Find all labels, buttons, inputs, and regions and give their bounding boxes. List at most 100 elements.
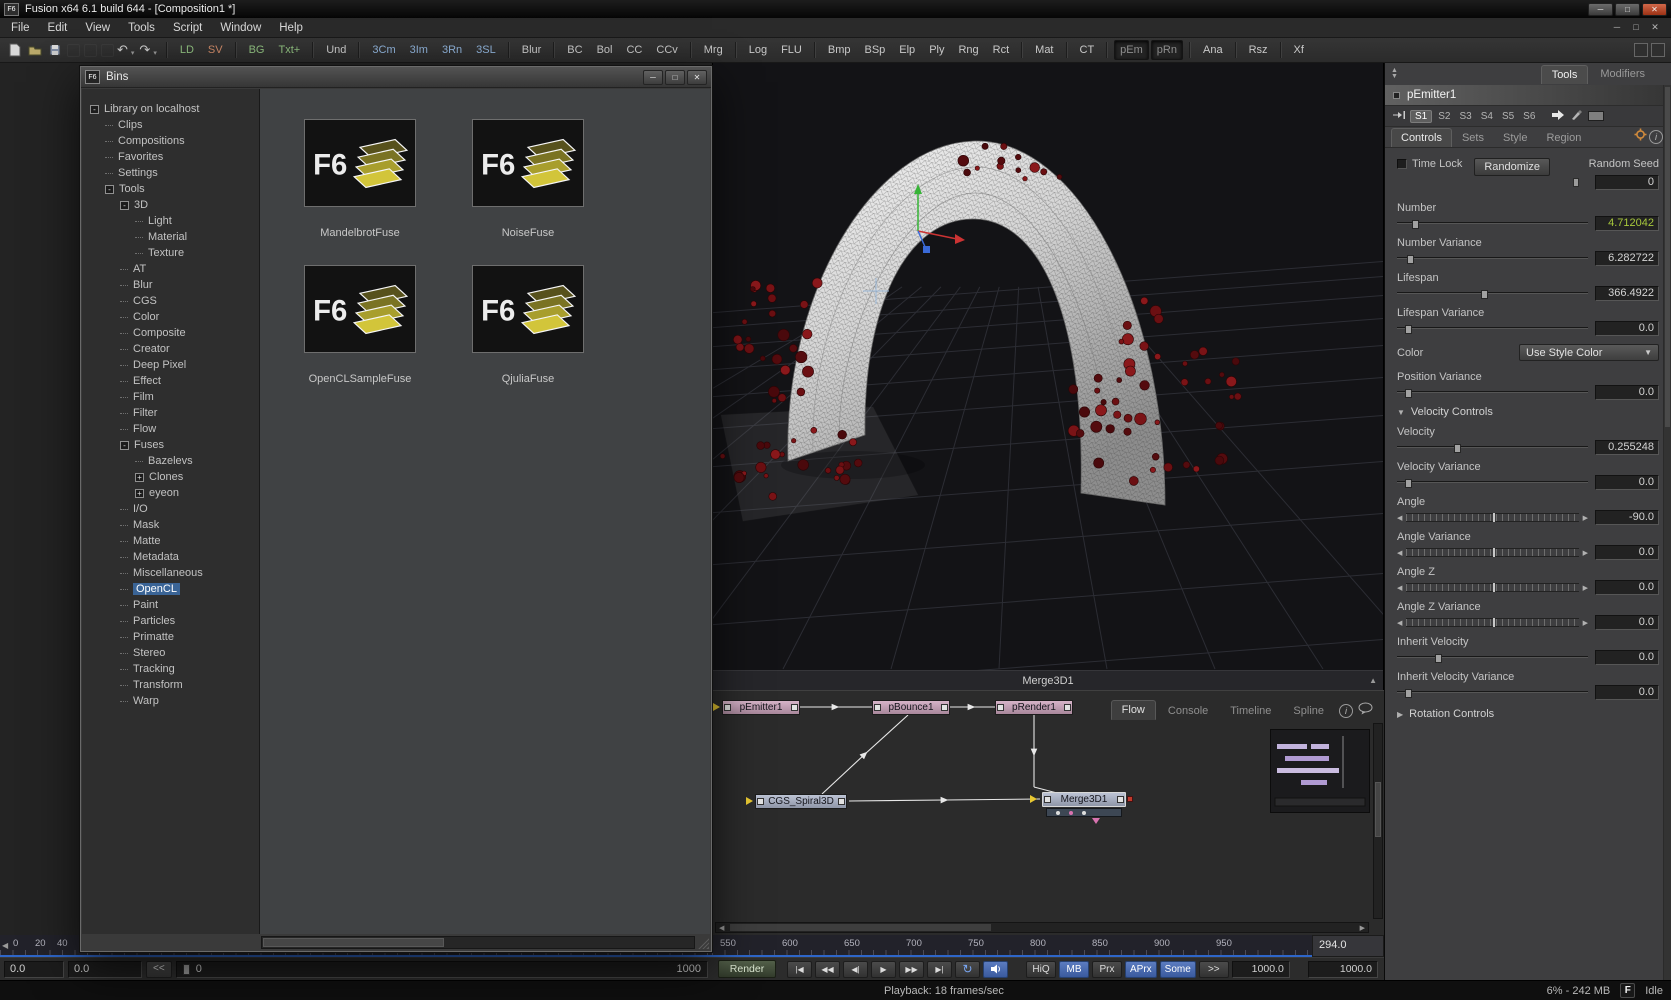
toolbar-button-bmp[interactable]: Bmp [822, 40, 857, 60]
wheel-right-icon[interactable]: ▶ [1583, 549, 1588, 557]
param-value[interactable]: 6.282722 [1595, 251, 1659, 266]
param-value[interactable]: 0.0 [1595, 580, 1659, 595]
global-end-field[interactable]: 1000.0 [1308, 961, 1378, 978]
flow-time-ruler[interactable]: 550600650700750800850900950 [712, 935, 1312, 957]
param-dropdown[interactable]: Use Style Color▼ [1519, 344, 1659, 361]
panel-tab-modifiers[interactable]: Modifiers [1590, 65, 1655, 84]
version-slot-s4[interactable]: S4 [1478, 110, 1496, 123]
chat-bubble-icon[interactable] [1358, 702, 1374, 718]
toolbar-button-3cm[interactable]: 3Cm [366, 40, 401, 60]
param-value[interactable]: 0.0 [1595, 321, 1659, 336]
bins-horizontal-scrollbar[interactable] [261, 936, 695, 949]
toolbar-button-bol[interactable]: Bol [591, 40, 619, 60]
undo-dropdown-icon[interactable]: ▾ [131, 49, 135, 57]
node-merge3d1[interactable]: Merge3D1 [1042, 792, 1126, 807]
menu-item-window[interactable]: Window [211, 20, 270, 36]
forward-arrow-icon[interactable] [1550, 109, 1566, 124]
seed-slider-knob[interactable] [1573, 178, 1579, 187]
wheel-left-icon[interactable]: ◀ [1397, 619, 1402, 627]
param-value[interactable]: 0.255248 [1595, 440, 1659, 455]
panel-tab-tools[interactable]: Tools [1541, 65, 1589, 84]
scrollbar-thumb[interactable] [1375, 782, 1381, 836]
toggle-[interactable]: >> [1199, 961, 1229, 978]
toolbar-button-mrg[interactable]: Mrg [698, 40, 729, 60]
tab-timeline[interactable]: Timeline [1220, 702, 1281, 720]
scrollbar-thumb[interactable] [263, 938, 444, 947]
range-slider[interactable]: 0 1000 [176, 961, 708, 978]
menu-item-edit[interactable]: Edit [39, 20, 77, 36]
wheel-right-icon[interactable]: ▶ [1583, 619, 1588, 627]
toolbar-button-rct[interactable]: Rct [987, 40, 1016, 60]
time-marker-icon[interactable] [1393, 110, 1406, 123]
param-thumbwheel[interactable]: ◀▶ [1397, 583, 1588, 592]
range-slider-knob[interactable] [183, 964, 190, 975]
tree-item-filter[interactable]: Filter [82, 405, 259, 421]
tree-expand-box[interactable]: - [120, 441, 129, 450]
tree-item-creator[interactable]: Creator [82, 341, 259, 357]
param-slider[interactable] [1397, 287, 1588, 300]
undo-icon[interactable]: ↶ [117, 42, 128, 58]
tree-item-warp[interactable]: Warp [82, 693, 259, 709]
layout-toggle-icon[interactable] [1634, 43, 1648, 57]
tree-expand-box[interactable]: - [120, 201, 129, 210]
wheel-left-icon[interactable]: ◀ [1397, 584, 1402, 592]
param-slider[interactable] [1397, 252, 1588, 265]
menu-item-file[interactable]: File [2, 20, 39, 36]
slider-handle[interactable] [1405, 325, 1412, 334]
slider-handle[interactable] [1405, 389, 1412, 398]
toggle-prx[interactable]: Prx [1092, 961, 1122, 978]
param-slider[interactable] [1397, 476, 1588, 489]
bin-item-noisefuse[interactable]: F6NoiseFuse [458, 119, 598, 239]
toolbar-button-log[interactable]: Log [743, 40, 773, 60]
tree-item-mask[interactable]: Mask [82, 517, 259, 533]
param-slider[interactable] [1397, 441, 1588, 454]
randomize-button[interactable]: Randomize [1474, 158, 1550, 176]
tree-item-tools[interactable]: -Tools [82, 181, 259, 197]
toolbar-button-txt[interactable]: Txt+ [273, 40, 307, 60]
tree-item-at[interactable]: AT [82, 261, 259, 277]
tree-item-compositions[interactable]: Compositions [82, 133, 259, 149]
tree-item-opencl[interactable]: OpenCL [82, 581, 259, 597]
param-value[interactable]: 0.0 [1595, 650, 1659, 665]
scrollbar-thumb[interactable] [1665, 87, 1670, 427]
secondary-time-field[interactable]: 0.0 [68, 961, 142, 978]
tree-item-favorites[interactable]: Favorites [82, 149, 259, 165]
tree-item-3d[interactable]: -3D [82, 197, 259, 213]
slider-handle[interactable] [1407, 255, 1414, 264]
transport-fast-reverse-button[interactable]: ◀◀ [815, 961, 840, 978]
menu-item-view[interactable]: View [76, 20, 119, 36]
color-swatch[interactable] [1588, 111, 1604, 121]
tree-item-film[interactable]: Film [82, 389, 259, 405]
render-button[interactable]: Render [718, 960, 776, 978]
param-slider[interactable] [1397, 386, 1588, 399]
param-slider[interactable] [1397, 322, 1588, 335]
redo-icon[interactable]: ↷ [139, 42, 150, 58]
wheel-right-icon[interactable]: ▶ [1583, 584, 1588, 592]
time-lock-checkbox[interactable]: Time Lock [1397, 158, 1462, 170]
param-value[interactable]: 0.0 [1595, 475, 1659, 490]
tree-item-miscellaneous[interactable]: Miscellaneous [82, 565, 259, 581]
slider-handle[interactable] [1481, 290, 1488, 299]
tree-item-clones[interactable]: +Clones [82, 469, 259, 485]
toolbar-button-ccv[interactable]: CCv [650, 40, 683, 60]
param-thumbwheel[interactable]: ◀▶ [1397, 513, 1588, 522]
toggle-aprx[interactable]: APrx [1125, 961, 1157, 978]
info-icon[interactable]: i [1649, 130, 1663, 144]
toolbar-button-3rn[interactable]: 3Rn [436, 40, 468, 60]
scroll-left-icon[interactable]: ◀ [2, 941, 8, 950]
tree-item-clips[interactable]: Clips [82, 117, 259, 133]
gear-icon[interactable] [1634, 128, 1647, 144]
toolbar-button-und[interactable]: Und [320, 40, 352, 60]
toolbar-button-blur[interactable]: Blur [516, 40, 548, 60]
node-prender1[interactable]: pRender1 [995, 700, 1073, 715]
node-pemitter1[interactable]: pEmitter1 [722, 700, 800, 715]
flow-editor[interactable]: pEmitter1pBounce1pRender1CGS_Spiral3DMer… [712, 690, 1384, 935]
window-maximize-button[interactable]: □ [1615, 3, 1640, 16]
tab-console[interactable]: Console [1158, 702, 1218, 720]
toggle-mb[interactable]: MB [1059, 961, 1089, 978]
toolbar-button-3im[interactable]: 3Im [404, 40, 434, 60]
bins-titlebar[interactable]: F6 Bins ─ □ ✕ [81, 67, 711, 88]
menu-item-tools[interactable]: Tools [119, 20, 164, 36]
toggle-hiq[interactable]: HiQ [1026, 961, 1056, 978]
tree-item-eyeon[interactable]: +eyeon [82, 485, 259, 501]
